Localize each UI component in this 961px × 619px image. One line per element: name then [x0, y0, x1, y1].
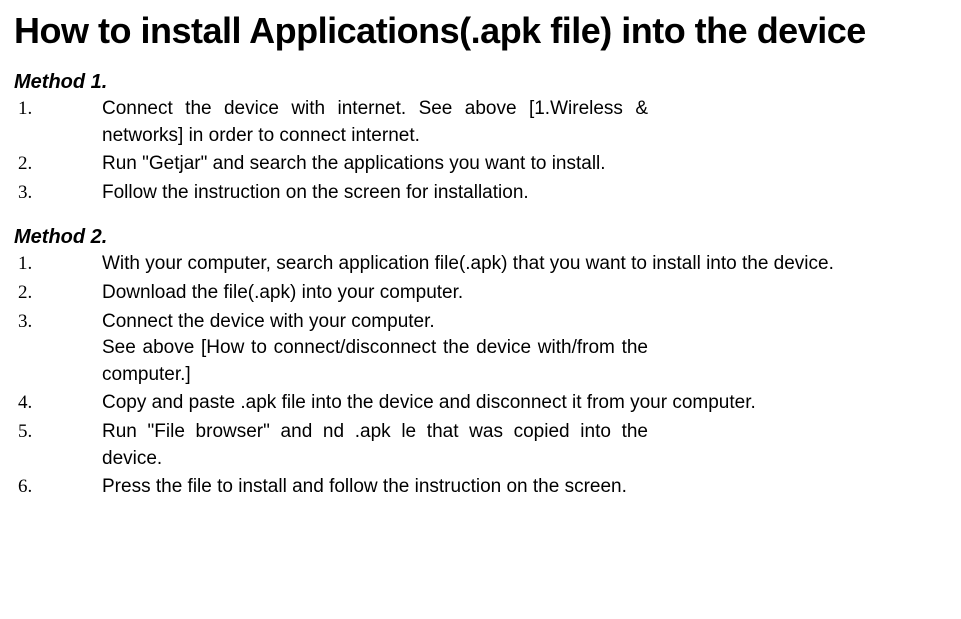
list-number: 3.: [14, 309, 102, 336]
list-number: 2.: [14, 280, 102, 307]
list-item: 3. Connect the device with your computer…: [14, 309, 947, 389]
list-number: 6.: [14, 474, 102, 501]
list-item: 3. Follow the instruction on the screen …: [14, 180, 947, 207]
list-text: Press the file to install and follow the…: [102, 474, 947, 501]
method-2-heading: Method 2.: [14, 226, 947, 249]
method-1-heading: Method 1.: [14, 71, 947, 94]
list-text-wrap: Connect the device with your computer. S…: [102, 309, 947, 389]
list-text: Copy and paste .apk file into the device…: [102, 390, 947, 417]
list-item: 4. Copy and paste .apk file into the dev…: [14, 390, 947, 417]
list-item: 1. With your computer, search applicatio…: [14, 251, 947, 278]
list-text: Connect the device with your computer.: [102, 309, 648, 336]
list-text: Run "Getjar" and search the applications…: [102, 151, 648, 178]
page-title: How to install Applications(.apk file) i…: [14, 8, 947, 53]
list-text: Follow the instruction on the screen for…: [102, 180, 648, 207]
list-text: Run "File browser" and nd .apk le that w…: [102, 419, 648, 472]
list-text-extra: See above [How to connect/disconnect the…: [102, 335, 648, 388]
list-item: 1. Connect the device with internet. See…: [14, 96, 947, 149]
list-item: 2. Run "Getjar" and search the applicati…: [14, 151, 947, 178]
list-text: Connect the device with internet. See ab…: [102, 96, 648, 149]
method-1-list: 1. Connect the device with internet. See…: [14, 96, 947, 206]
list-number: 1.: [14, 96, 102, 123]
list-number: 3.: [14, 180, 102, 207]
list-text: With your computer, search application f…: [102, 251, 947, 278]
list-item: 6. Press the file to install and follow …: [14, 474, 947, 501]
list-number: 4.: [14, 390, 102, 417]
list-item: 5. Run "File browser" and nd .apk le tha…: [14, 419, 947, 472]
list-number: 5.: [14, 419, 102, 446]
list-item: 2. Download the file(.apk) into your com…: [14, 280, 947, 307]
list-text: Download the file(.apk) into your comput…: [102, 280, 947, 307]
method-2-list: 1. With your computer, search applicatio…: [14, 251, 947, 500]
list-number: 2.: [14, 151, 102, 178]
list-number: 1.: [14, 251, 102, 278]
